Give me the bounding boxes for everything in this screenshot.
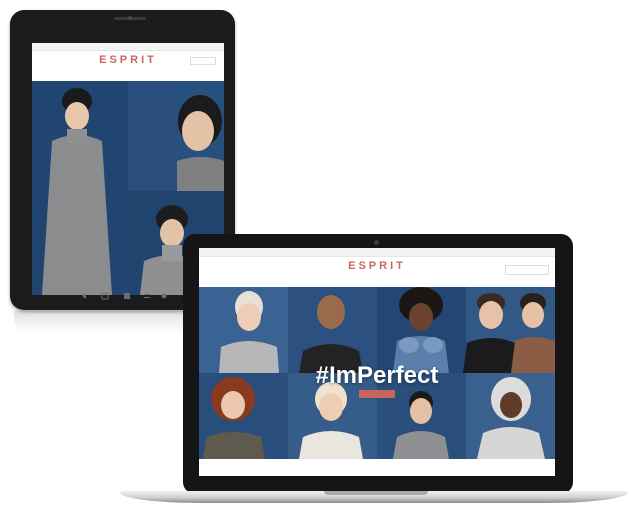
home-icon — [101, 292, 109, 300]
hero-cta-button[interactable] — [359, 390, 395, 398]
laptop-search-input[interactable] — [505, 265, 549, 275]
tablet-nav-bar — [82, 292, 167, 300]
laptop-camera — [374, 240, 379, 245]
laptop-screen: ESPRIT #ImPerfect — [199, 248, 555, 476]
laptop-topbar — [199, 248, 555, 257]
tablet-nav — [42, 70, 214, 76]
laptop-logo[interactable]: ESPRIT — [199, 260, 555, 272]
hero-hashtag: #ImPerfect — [315, 362, 439, 389]
tablet-search-input[interactable] — [190, 57, 216, 65]
recent-apps-icon — [124, 293, 130, 299]
back-icon — [82, 293, 86, 299]
menu-icon — [144, 294, 150, 298]
laptop-hero-image[interactable]: #ImPerfect — [199, 287, 555, 459]
tablet-topbar — [32, 43, 224, 51]
laptop-base-notch — [324, 491, 428, 495]
screenshot-icon — [161, 293, 167, 299]
tablet-camera — [128, 16, 132, 20]
laptop-content-below-hero — [199, 459, 555, 476]
